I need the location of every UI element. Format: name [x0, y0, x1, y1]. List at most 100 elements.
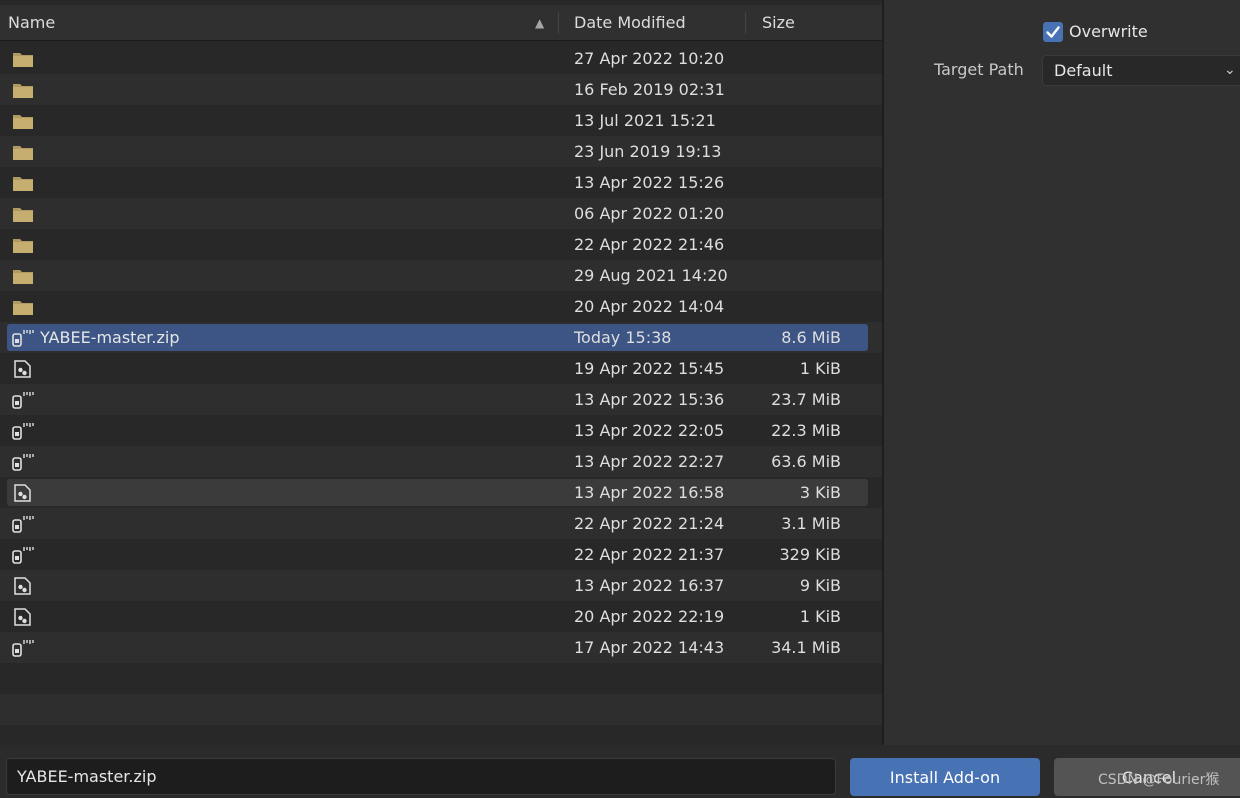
- folder-icon: [12, 236, 34, 254]
- file-name: YABEE-master.zip: [40, 328, 180, 347]
- zip-file-icon: [12, 329, 34, 347]
- file-row[interactable]: 13 Apr 2022 22:05 22.3 MiB: [0, 415, 882, 446]
- column-name-header[interactable]: Name: [8, 5, 55, 41]
- empty-row: [0, 694, 882, 725]
- file-date: 13 Jul 2021 15:21: [574, 111, 716, 130]
- empty-row: [0, 663, 882, 694]
- file-row[interactable]: YABEE-master.zip Today 15:38 8.6 MiB: [0, 322, 882, 353]
- file-row[interactable]: 06 Apr 2022 01:20: [0, 198, 882, 229]
- file-date: 20 Apr 2022 22:19: [574, 607, 725, 626]
- file-row[interactable]: 27 Apr 2022 10:20: [0, 43, 882, 74]
- file-date: 13 Apr 2022 16:37: [574, 576, 725, 595]
- file-size: 1 KiB: [799, 607, 841, 626]
- file-date: 19 Apr 2022 15:45: [574, 359, 725, 378]
- row-highlight: [7, 572, 868, 599]
- column-separator[interactable]: [745, 12, 746, 34]
- file-row[interactable]: 29 Aug 2021 14:20: [0, 260, 882, 291]
- filename-input[interactable]: [6, 758, 836, 795]
- bottom-bar: Install Add-on Cancel: [0, 745, 1240, 798]
- row-highlight: [7, 448, 868, 475]
- install-addon-button[interactable]: Install Add-on: [850, 758, 1040, 796]
- file-size: 23.7 MiB: [771, 390, 841, 409]
- row-highlight: [7, 603, 868, 630]
- row-highlight: [7, 107, 868, 134]
- file-row[interactable]: 20 Apr 2022 14:04: [0, 291, 882, 322]
- row-highlight: [7, 510, 868, 537]
- file-date: 17 Apr 2022 14:43: [574, 638, 725, 657]
- file-date: 13 Apr 2022 15:36: [574, 390, 725, 409]
- python-file-icon: [12, 360, 34, 378]
- row-highlight: [7, 138, 868, 165]
- zip-file-icon: [12, 546, 34, 564]
- folder-icon: [12, 267, 34, 285]
- watermark: CSDN @Fourier猴: [1098, 772, 1220, 788]
- file-row[interactable]: 16 Feb 2019 02:31: [0, 74, 882, 105]
- row-highlight: [7, 386, 868, 413]
- file-row[interactable]: 17 Apr 2022 14:43 34.1 MiB: [0, 632, 882, 663]
- zip-file-icon: [12, 639, 34, 657]
- target-path-label: Target Path: [934, 60, 1024, 79]
- row-highlight: [7, 479, 868, 506]
- file-size: 8.6 MiB: [781, 328, 841, 347]
- row-highlight: [7, 417, 868, 444]
- file-date: 20 Apr 2022 14:04: [574, 297, 725, 316]
- zip-file-icon: [12, 391, 34, 409]
- file-row[interactable]: 13 Apr 2022 16:37 9 KiB: [0, 570, 882, 601]
- file-date: 22 Apr 2022 21:46: [574, 235, 725, 254]
- zip-file-icon: [12, 515, 34, 533]
- file-size: 9 KiB: [799, 576, 841, 595]
- file-date: 13 Apr 2022 15:26: [574, 173, 725, 192]
- column-separator[interactable]: [558, 12, 559, 34]
- file-row[interactable]: 13 Apr 2022 16:58 3 KiB: [0, 477, 882, 508]
- column-date-header[interactable]: Date Modified: [574, 5, 686, 41]
- file-row[interactable]: 20 Apr 2022 22:19 1 KiB: [0, 601, 882, 632]
- file-size: 3.1 MiB: [781, 514, 841, 533]
- sort-ascending-icon[interactable]: ▲: [535, 5, 544, 41]
- file-size: 329 KiB: [779, 545, 841, 564]
- zip-file-icon: [12, 453, 34, 471]
- row-highlight: [7, 231, 868, 258]
- file-size: 3 KiB: [799, 483, 841, 502]
- file-row[interactable]: 22 Apr 2022 21:37 329 KiB: [0, 539, 882, 570]
- folder-icon: [12, 298, 34, 316]
- python-file-icon: [12, 577, 34, 595]
- overwrite-checkbox[interactable]: [1043, 22, 1063, 42]
- row-highlight: [7, 355, 868, 382]
- folder-icon: [12, 143, 34, 161]
- file-row[interactable]: 13 Apr 2022 15:26: [0, 167, 882, 198]
- folder-icon: [12, 81, 34, 99]
- file-row[interactable]: 23 Jun 2019 19:13: [0, 136, 882, 167]
- row-highlight: [7, 200, 868, 227]
- row-highlight: [7, 76, 868, 103]
- file-row[interactable]: 19 Apr 2022 15:45 1 KiB: [0, 353, 882, 384]
- folder-icon: [12, 205, 34, 223]
- target-path-dropdown[interactable]: Default ⌄: [1042, 55, 1240, 86]
- row-highlight: [7, 262, 868, 289]
- file-date: 13 Apr 2022 22:05: [574, 421, 725, 440]
- row-highlight: [7, 45, 868, 72]
- row-highlight: [7, 541, 868, 568]
- file-row[interactable]: 13 Jul 2021 15:21: [0, 105, 882, 136]
- file-size: 34.1 MiB: [771, 638, 841, 657]
- column-size-header[interactable]: Size: [762, 5, 795, 41]
- file-date: 27 Apr 2022 10:20: [574, 49, 725, 68]
- folder-icon: [12, 174, 34, 192]
- file-date: 06 Apr 2022 01:20: [574, 204, 725, 223]
- folder-icon: [12, 112, 34, 130]
- file-row[interactable]: 13 Apr 2022 15:36 23.7 MiB: [0, 384, 882, 415]
- overwrite-label[interactable]: Overwrite: [1069, 19, 1148, 45]
- row-highlight: [7, 634, 868, 661]
- row-highlight: [7, 293, 868, 320]
- python-file-icon: [12, 484, 34, 502]
- zip-file-icon: [12, 422, 34, 440]
- file-date: 29 Aug 2021 14:20: [574, 266, 728, 285]
- file-date: 22 Apr 2022 21:37: [574, 545, 725, 564]
- file-date: Today 15:38: [574, 328, 672, 347]
- column-header: Name ▲ Date Modified Size: [0, 5, 882, 41]
- file-row[interactable]: 22 Apr 2022 21:46: [0, 229, 882, 260]
- checkmark-icon: [1046, 26, 1060, 38]
- file-row[interactable]: 22 Apr 2022 21:24 3.1 MiB: [0, 508, 882, 539]
- file-size: 1 KiB: [799, 359, 841, 378]
- file-row[interactable]: 13 Apr 2022 22:27 63.6 MiB: [0, 446, 882, 477]
- python-file-icon: [12, 608, 34, 626]
